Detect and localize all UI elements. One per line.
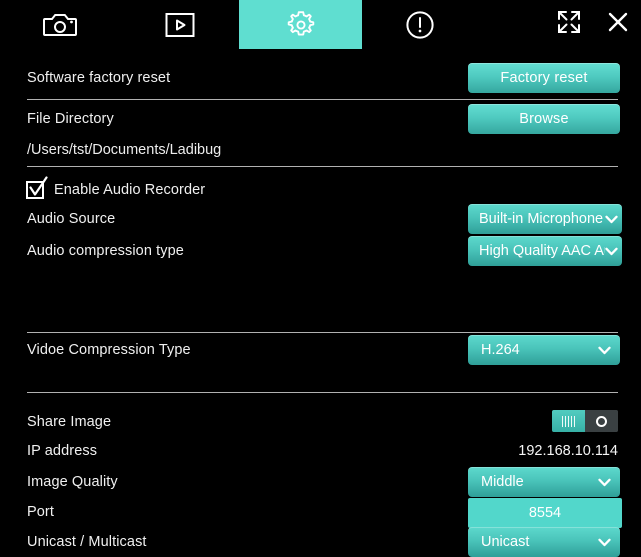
tab-settings[interactable] bbox=[239, 0, 362, 49]
toggle-grip-icon bbox=[562, 415, 575, 427]
file-directory-label: File Directory bbox=[27, 111, 114, 127]
chevron-down-icon bbox=[598, 478, 620, 487]
chevron-down-icon bbox=[605, 247, 622, 256]
chevron-down-icon bbox=[598, 538, 620, 547]
image-quality-value: Middle bbox=[481, 474, 524, 490]
toggle-off-side bbox=[585, 410, 618, 432]
close-button[interactable] bbox=[598, 0, 638, 49]
enable-audio-recorder-checkbox[interactable] bbox=[26, 176, 48, 201]
audio-source-label: Audio Source bbox=[27, 211, 116, 227]
row-enable-audio-recorder: Enable Audio Recorder bbox=[0, 175, 641, 205]
row-audio-compression: Audio compression type High Quality AAC … bbox=[0, 236, 641, 266]
row-share-image: Share Image bbox=[0, 407, 641, 437]
factory-reset-button[interactable]: Factory reset bbox=[468, 63, 620, 93]
exclamation-circle-icon bbox=[405, 10, 435, 40]
video-compression-value: H.264 bbox=[481, 342, 520, 358]
divider-3 bbox=[27, 332, 618, 333]
play-icon bbox=[165, 12, 195, 38]
enable-audio-recorder-label: Enable Audio Recorder bbox=[54, 182, 206, 198]
cast-mode-value: Unicast bbox=[481, 534, 530, 550]
gear-icon bbox=[285, 9, 317, 41]
audio-source-dropdown[interactable]: Built-in Microphone bbox=[468, 204, 622, 234]
chevron-down-icon bbox=[598, 346, 620, 355]
audio-compression-label: Audio compression type bbox=[27, 243, 184, 259]
row-directory-path: /Users/tst/Documents/Ladibug bbox=[0, 135, 641, 165]
row-audio-source: Audio Source Built-in Microphone bbox=[0, 204, 641, 234]
toggle-on-side bbox=[552, 410, 585, 432]
row-port: Port bbox=[0, 497, 641, 528]
port-input[interactable] bbox=[468, 498, 622, 528]
row-ip-address: IP address 192.168.10.114 bbox=[0, 436, 641, 466]
tab-playback[interactable] bbox=[144, 0, 216, 49]
share-image-label: Share Image bbox=[27, 414, 112, 430]
ip-address-value: 192.168.10.114 bbox=[518, 443, 618, 459]
audio-compression-dropdown[interactable]: High Quality AAC Au bbox=[468, 236, 622, 266]
row-file-directory: File Directory Browse bbox=[0, 104, 641, 134]
image-quality-dropdown[interactable]: Middle bbox=[468, 467, 620, 497]
row-cast-mode: Unicast / Multicast Unicast bbox=[0, 527, 641, 557]
camera-icon bbox=[43, 12, 77, 38]
audio-source-value: Built-in Microphone bbox=[479, 211, 604, 227]
cast-mode-label: Unicast / Multicast bbox=[27, 534, 147, 550]
row-factory-reset: Software factory reset Factory reset bbox=[0, 63, 641, 93]
factory-reset-label: Software factory reset bbox=[27, 70, 171, 86]
fullscreen-button[interactable] bbox=[548, 0, 590, 49]
cast-mode-dropdown[interactable]: Unicast bbox=[468, 527, 620, 557]
video-compression-label: Vidoe Compression Type bbox=[27, 342, 191, 358]
browse-button[interactable]: Browse bbox=[468, 104, 620, 134]
ip-address-label: IP address bbox=[27, 443, 98, 459]
power-circle-icon bbox=[596, 415, 607, 427]
file-directory-path: /Users/tst/Documents/Ladibug bbox=[27, 142, 222, 158]
video-compression-dropdown[interactable]: H.264 bbox=[468, 335, 620, 365]
audio-compression-value: High Quality AAC Au bbox=[479, 243, 605, 259]
top-toolbar bbox=[0, 0, 641, 49]
check-icon bbox=[29, 176, 48, 196]
row-image-quality: Image Quality Middle bbox=[0, 467, 641, 497]
port-label: Port bbox=[27, 504, 54, 520]
divider-2 bbox=[27, 166, 618, 167]
chevron-down-icon bbox=[605, 215, 622, 224]
row-video-compression: Vidoe Compression Type H.264 bbox=[0, 335, 641, 365]
close-icon bbox=[606, 10, 630, 39]
divider-4 bbox=[27, 392, 618, 393]
fullscreen-icon bbox=[555, 8, 583, 41]
settings-panel: Software factory reset Factory reset Fil… bbox=[0, 49, 641, 557]
divider-1 bbox=[27, 99, 618, 100]
share-image-toggle[interactable] bbox=[552, 410, 618, 432]
tab-camera[interactable] bbox=[24, 0, 96, 49]
image-quality-label: Image Quality bbox=[27, 474, 118, 490]
tab-info[interactable] bbox=[384, 0, 456, 49]
